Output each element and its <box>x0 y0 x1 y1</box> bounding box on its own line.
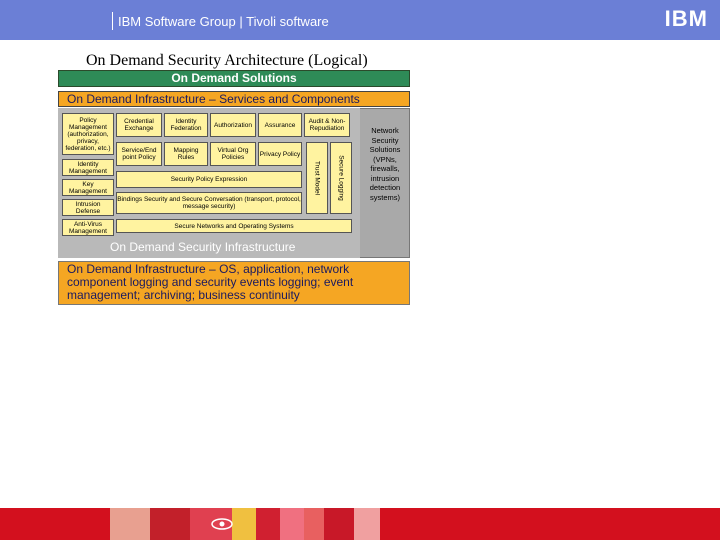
assurance-box: Assurance <box>258 113 302 137</box>
service-endpoint-policy-label: Service/End point Policy <box>121 147 157 161</box>
service-endpoint-policy-box: Service/End point Policy <box>116 142 162 166</box>
mapping-rules-box: Mapping Rules <box>164 142 208 166</box>
footer-decoration <box>110 508 380 540</box>
policy-management-label: Policy Management (authorization, privac… <box>65 116 111 152</box>
network-security-box: Network Security Solutions (VPNs, firewa… <box>362 126 408 252</box>
key-management-label: Key Management <box>69 180 107 195</box>
identity-management-box: Identity Management <box>62 159 114 176</box>
bindings-security-box: Bindings Security and Secure Conversatio… <box>116 192 302 214</box>
infrastructure-services-band: On Demand Infrastructure – Services and … <box>58 91 410 107</box>
page-title: On Demand Security Architecture (Logical… <box>86 52 368 69</box>
security-infrastructure-label: On Demand Security Infrastructure <box>110 240 296 254</box>
on-demand-solutions-band: On Demand Solutions <box>58 70 410 87</box>
credential-exchange-label: Credential Exchange <box>124 118 154 132</box>
security-policy-expression-label: Security Policy Expression <box>170 176 248 183</box>
key-management-box: Key Management <box>62 179 114 196</box>
header-title: IBM Software Group | Tivoli software <box>118 14 329 29</box>
anti-virus-box: Anti-Virus Management <box>62 219 114 236</box>
audit-label: Audit & Non-Repudiation <box>308 118 346 132</box>
ibm-logo: IBM <box>664 6 708 32</box>
intrusion-defense-label: Intrusion Defense <box>75 200 101 215</box>
footer-bar <box>0 508 720 540</box>
virtual-org-policies-label: Virtual Org Policies <box>217 147 249 161</box>
trust-model-box: Trust Model <box>306 142 328 214</box>
security-policy-expression-box: Security Policy Expression <box>116 171 302 188</box>
secure-networks-box: Secure Networks and Operating Systems <box>116 219 352 233</box>
anti-virus-label: Anti-Virus Management <box>69 220 107 235</box>
audit-box: Audit & Non-Repudiation <box>304 113 350 137</box>
secure-logging-box: Secure Logging <box>330 142 352 214</box>
infrastructure-os-band: On Demand Infrastructure – OS, applicati… <box>58 261 410 305</box>
privacy-policy-box: Privacy Policy <box>258 142 302 166</box>
mapping-rules-label: Mapping Rules <box>173 147 199 161</box>
bindings-security-label: Bindings Security and Secure Conversatio… <box>117 196 301 210</box>
eye-icon <box>211 518 233 530</box>
network-security-label: Network Security Solutions (VPNs, firewa… <box>369 126 401 202</box>
header-divider <box>112 12 113 30</box>
intrusion-defense-box: Intrusion Defense <box>62 199 114 216</box>
header-bar: IBM Software Group | Tivoli software IBM <box>0 0 720 40</box>
authorization-label: Authorization <box>214 121 252 129</box>
trust-model-label: Trust Model <box>313 160 321 196</box>
assurance-label: Assurance <box>264 121 296 129</box>
authorization-box: Authorization <box>210 113 256 137</box>
identity-management-label: Identity Management <box>69 160 107 175</box>
identity-federation-box: Identity Federation <box>164 113 208 137</box>
identity-federation-label: Identity Federation <box>170 118 202 132</box>
policy-management-box: Policy Management (authorization, privac… <box>62 113 114 155</box>
virtual-org-policies-box: Virtual Org Policies <box>210 142 256 166</box>
secure-networks-label: Secure Networks and Operating Systems <box>174 222 294 230</box>
privacy-policy-label: Privacy Policy <box>259 150 301 158</box>
credential-exchange-box: Credential Exchange <box>116 113 162 137</box>
secure-logging-label: Secure Logging <box>337 155 345 201</box>
